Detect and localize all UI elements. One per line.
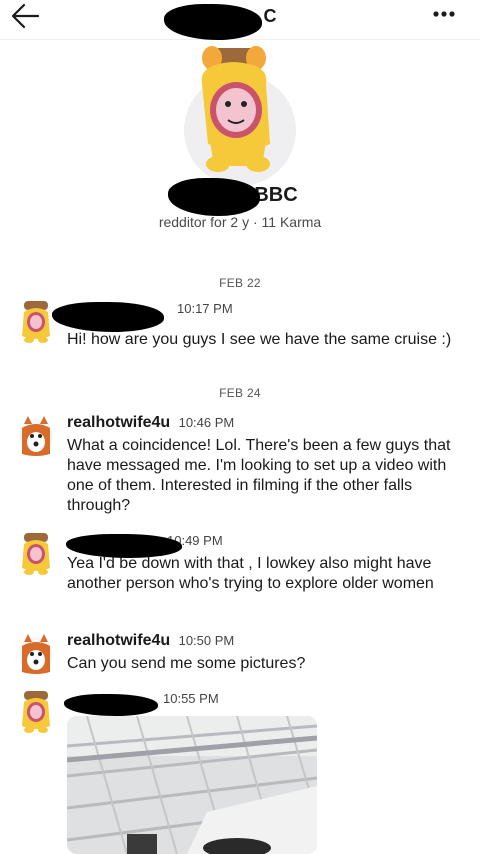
message-header: realhotwife4u 10:46 PM — [67, 414, 234, 436]
date-separator: FEB 24 — [219, 386, 261, 400]
chat-title-text: C — [263, 6, 277, 26]
redaction-profile-name — [168, 178, 260, 216]
photo-image — [67, 716, 317, 854]
dog-avatar-icon — [22, 301, 50, 343]
dog-snoo-avatar-icon — [201, 46, 270, 172]
more-button[interactable] — [432, 4, 456, 24]
message-text: What a coincidence! Lol. There's been a … — [67, 437, 451, 514]
message-username[interactable]: realhotwife4u — [67, 414, 170, 431]
dog-avatar-icon — [22, 691, 50, 733]
redaction-title — [164, 4, 262, 40]
profile-meta: redditor for 2 y · 11 Karma — [158, 214, 322, 230]
top-bar: C — [0, 0, 480, 40]
dog-avatar-icon — [22, 533, 50, 575]
fox-avatar-icon — [19, 416, 53, 456]
message-header: realhotwife4u 10:50 PM — [67, 632, 234, 654]
message-time: 10:50 PM — [178, 633, 235, 648]
fox-avatar-icon — [19, 634, 53, 674]
photo-attachment[interactable] — [67, 716, 317, 854]
message-username[interactable]: realhotwife4u — [67, 632, 170, 649]
message-time: 10:55 PM — [163, 691, 219, 706]
date-separator: FEB 22 — [219, 276, 261, 290]
message-item[interactable]: realhotwife4u 10:50 PM Can you send me s… — [18, 632, 468, 682]
message-time: 10:46 PM — [178, 415, 235, 430]
profile-name-text: BBC — [254, 184, 298, 206]
message-text: Yea I'd be down with that , I lowkey als… — [67, 555, 434, 592]
message-time: 10:17 PM — [177, 301, 233, 316]
message-text: Can you send me some pictures? — [67, 655, 306, 672]
message-text: Hi! how are you guys I see we have the s… — [67, 331, 452, 348]
profile-avatar[interactable] — [184, 44, 296, 186]
message-item[interactable]: realhotwife4u 10:46 PM What a coincidenc… — [18, 414, 468, 524]
more-horizontal-icon — [433, 11, 455, 17]
